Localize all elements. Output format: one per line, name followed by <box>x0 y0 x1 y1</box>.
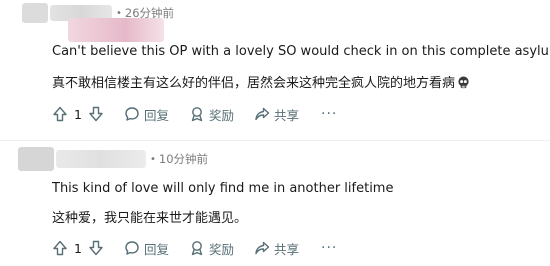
comment-bubble-icon <box>125 241 139 255</box>
vote-group: 1 <box>52 240 104 256</box>
comment-2: • 10分钟前 This kind of love will only find… <box>0 0 550 266</box>
upvote-icon[interactable] <box>52 240 68 256</box>
more-options-button[interactable]: ··· <box>321 240 337 256</box>
comment-text-chinese: 这种爱，我只能在来世才能遇见。 <box>52 211 248 226</box>
meta-separator: • <box>150 153 156 165</box>
award-label: 奖励 <box>208 241 234 257</box>
award-icon <box>191 241 203 256</box>
comment-actions: 1 回复 奖励 共享 ··· <box>52 237 337 259</box>
avatar[interactable] <box>18 147 54 171</box>
reply-button[interactable]: 回复 <box>124 239 169 258</box>
comment-meta: • 10分钟前 <box>18 147 208 171</box>
share-label: 共享 <box>273 241 299 257</box>
comment-text-english: This kind of love will only find me in a… <box>52 181 394 196</box>
award-button[interactable]: 奖励 <box>189 239 234 258</box>
downvote-icon[interactable] <box>88 240 104 256</box>
vote-count: 1 <box>74 240 82 256</box>
share-icon <box>255 241 270 255</box>
username-redacted[interactable] <box>56 150 146 168</box>
comment-timestamp[interactable]: 10分钟前 <box>159 151 208 167</box>
share-button[interactable]: 共享 <box>254 239 299 258</box>
reply-label: 回复 <box>143 241 169 257</box>
